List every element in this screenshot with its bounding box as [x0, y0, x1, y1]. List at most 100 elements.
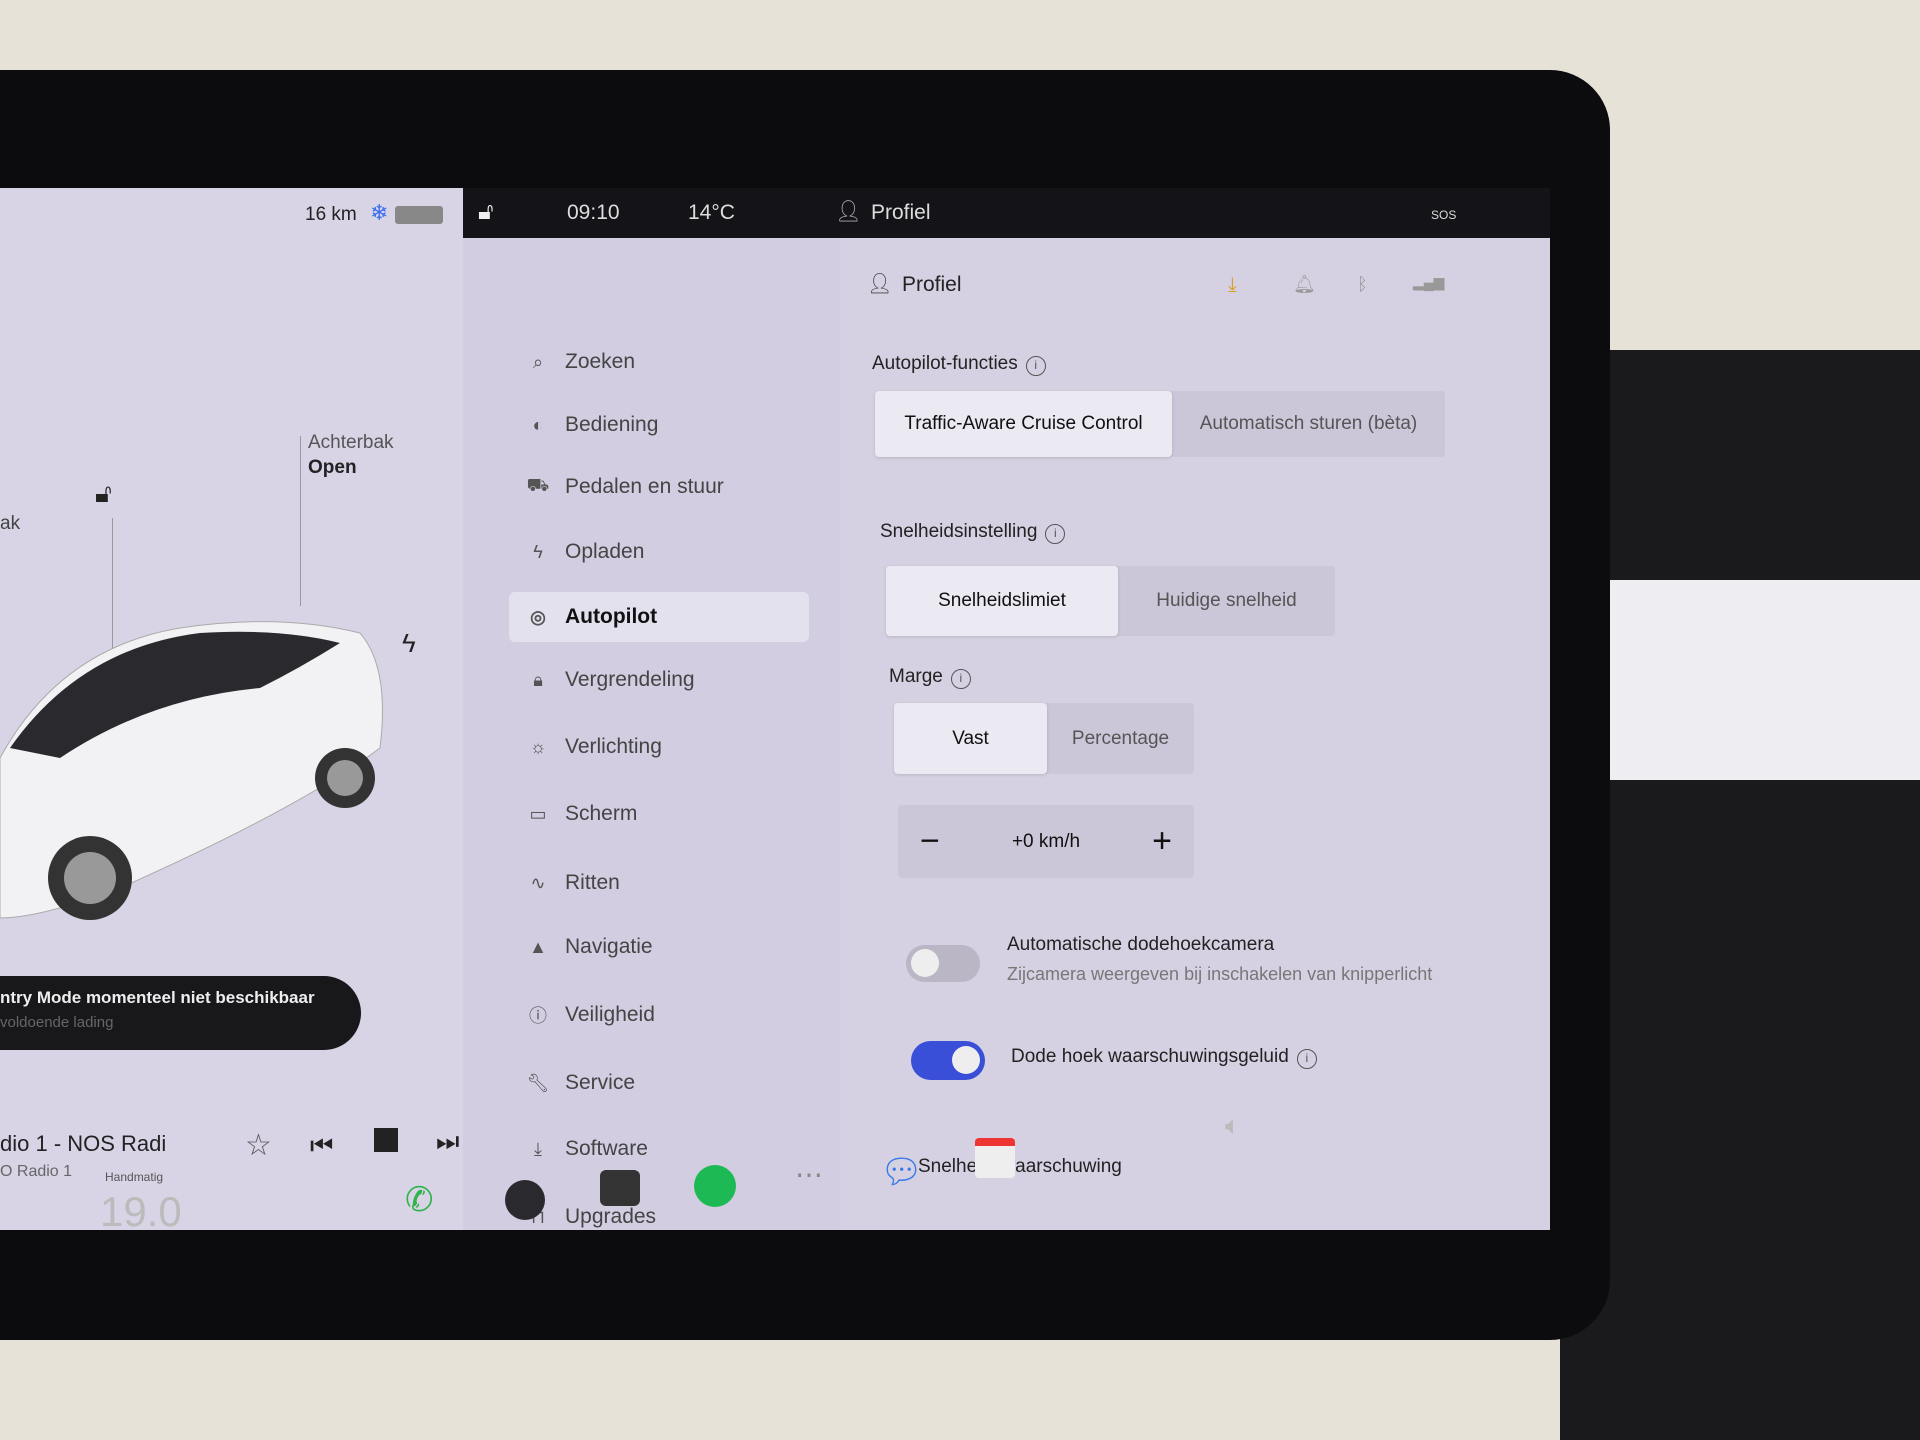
increase-button[interactable]: + [1152, 822, 1172, 861]
menu-item-opladen[interactable]: ϟ Opladen [523, 527, 823, 577]
offset-value: +0 km/h [1011, 830, 1081, 852]
blindspot-chime-label: Dode hoek waarschuwingsgeluid i [1011, 1046, 1317, 1069]
settings-menu: ⌕ Zoeken ◐ Bediening ⛟ Pedalen en stuur ϟ Oplad… [463, 238, 840, 1230]
stop-icon[interactable] [374, 1128, 398, 1152]
menu-item-label: Ritten [565, 871, 620, 894]
sentry-title: ntry Mode momenteel niet beschikbaar [0, 988, 315, 1007]
light-icon: ☼ [529, 736, 547, 757]
menu-item-veiligheid[interactable]: ⓘ Veiligheid [523, 990, 823, 1040]
menu-item-label: Pedalen en stuur [565, 475, 724, 498]
menu-item-label: Software [565, 1137, 648, 1160]
speed-setting-selector: Snelheidslimiet Huidige snelheid [886, 566, 1335, 636]
menu-item-label: Service [565, 1071, 636, 1094]
offset-stepper: − +0 km/h + [898, 805, 1194, 878]
bottom-dock: Handmatig 19.0 ✆ ⋯ 💬︎ 🔈︎ [0, 1110, 1550, 1330]
menu-item-ritten[interactable]: ∿ Ritten [523, 858, 823, 908]
charge-port-icon[interactable]: ϟ [402, 628, 416, 659]
car-icon: ⛟ [526, 475, 550, 495]
spotify-icon[interactable] [694, 1165, 736, 1207]
download-icon: ⤓ [534, 1138, 542, 1159]
bell-icon[interactable]: 🔔︎ [1293, 274, 1316, 295]
option-current-speed[interactable]: Huidige snelheid [1118, 566, 1335, 636]
toggle-icon: ◐ [532, 414, 544, 435]
menu-item-scherm[interactable]: ▭ Scherm [523, 789, 823, 839]
camera-app-icon[interactable] [505, 1180, 545, 1220]
display-icon: ▭ [529, 803, 547, 824]
menu-item-verlichting[interactable]: ☼ Verlichting [523, 722, 823, 772]
speed-setting-label: Snelheidsinstelling i [880, 521, 1066, 544]
menu-item-pedalen-en-stuur[interactable]: ⛟ Pedalen en stuur [523, 462, 823, 512]
next-track-icon[interactable]: ⏭ [436, 1126, 459, 1158]
battery-icon [395, 206, 443, 224]
phone-icon[interactable]: ✆ [405, 1180, 434, 1220]
cabin-temperature[interactable]: 19.0 [100, 1188, 182, 1236]
media-title: dio 1 - NOS Radi [0, 1131, 167, 1156]
blindspot-chime-toggle[interactable] [911, 1041, 985, 1080]
touchscreen: 16 km ❄ ak 🔓︎ Achterbak Open ϟ ntry Mode… [0, 188, 1550, 1230]
menu-item-label: Opladen [565, 540, 645, 563]
decrease-button[interactable]: − [920, 822, 940, 861]
lock-icon: 🔒︎ [533, 669, 543, 690]
menu-item-navigatie[interactable]: ▲ Navigatie [523, 922, 823, 972]
unlock-icon[interactable]: 🔓︎ [95, 478, 112, 510]
messages-icon[interactable]: 💬︎ [880, 1152, 923, 1192]
label-text: Snelheidsinstelling [880, 521, 1038, 542]
option-autosteer[interactable]: Automatisch sturen (bèta) [1172, 391, 1445, 457]
menu-item-label: Veiligheid [565, 1003, 655, 1026]
option-fixed[interactable]: Vast [894, 703, 1047, 774]
menu-item-label: Scherm [565, 802, 638, 825]
autopilot-functions-label: Autopilot-functies i [872, 353, 1046, 376]
blindspot-camera-toggle[interactable] [906, 945, 980, 982]
toggle-knob [952, 1046, 980, 1074]
menu-item-vergrendeling[interactable]: 🔒︎ Vergrendeling [523, 655, 823, 705]
info-icon[interactable]: i [1025, 356, 1046, 376]
menu-item-label: Bediening [565, 413, 659, 436]
menu-item-service[interactable]: 🔧︎ Service [523, 1058, 823, 1108]
toggle-knob [911, 949, 939, 977]
steering-wheel-icon: ◎ [530, 606, 546, 627]
info-icon[interactable]: i [950, 669, 971, 689]
status-bar: 🔓︎ 09:10 14°C 👤︎ Profiel SOS [463, 188, 1550, 238]
profile-icon: 👤︎ [867, 273, 893, 295]
calendar-icon[interactable] [975, 1138, 1015, 1178]
range-text: 16 km [305, 204, 357, 225]
menu-item-label: Verlichting [565, 735, 662, 758]
label-text: Marge [889, 666, 943, 687]
blindspot-camera-description: Zijcamera weergeven bij inschakelen van … [1007, 964, 1433, 984]
sos-button[interactable]: SOS [1431, 208, 1456, 222]
menu-item-zoeken[interactable]: ⌕ Zoeken [523, 337, 823, 387]
label-text: Dode hoek waarschuwingsgeluid [1011, 1046, 1289, 1067]
trunk-control[interactable]: Achterbak Open [308, 430, 394, 480]
download-icon[interactable]: ⤓ [1228, 274, 1237, 297]
profile-button[interactable]: Profiel [871, 201, 931, 225]
option-tacc[interactable]: Traffic-Aware Cruise Control [875, 391, 1172, 457]
info-icon[interactable]: i [1045, 524, 1066, 544]
safety-icon: ⓘ [529, 1006, 547, 1026]
outside-temperature: 14°C [688, 201, 735, 224]
profile-heading[interactable]: Profiel [902, 273, 962, 297]
lock-status-icon[interactable]: 🔓︎ [478, 198, 494, 226]
menu-item-label: Vergrendeling [565, 668, 695, 691]
favorite-star-icon[interactable]: ☆ [245, 1128, 272, 1163]
volume-icon[interactable]: 🔈︎ [1225, 1110, 1241, 1142]
bluetooth-icon[interactable]: ᛒ [1357, 274, 1368, 295]
trunk-label: Achterbak [308, 432, 394, 453]
clock: 09:10 [567, 201, 620, 224]
menu-item-autopilot[interactable]: ◎ Autopilot [509, 592, 809, 642]
signal-icon: ▂▄▆ [1413, 274, 1445, 290]
previous-track-icon[interactable]: ⏮ [310, 1130, 333, 1162]
sentry-mode-banner[interactable]: ntry Mode momenteel niet beschikbaar vol… [0, 976, 361, 1050]
menu-item-bediening[interactable]: ◐ Bediening [523, 400, 823, 450]
info-icon[interactable]: i [1296, 1049, 1317, 1069]
dashcam-icon[interactable] [600, 1170, 640, 1206]
margin-label: Marge i [889, 666, 971, 689]
trips-icon: ∿ [530, 872, 546, 893]
margin-selector: Vast Percentage [894, 703, 1194, 774]
display-bezel: 16 km ❄ ak 🔓︎ Achterbak Open ϟ ntry Mode… [0, 70, 1610, 1340]
option-speed-limit[interactable]: Snelheidslimiet [886, 566, 1118, 636]
label-text: Autopilot-functies [872, 353, 1018, 374]
sentry-subtitle: voldoende lading [0, 1014, 114, 1031]
more-apps-icon[interactable]: ⋯ [795, 1158, 823, 1191]
menu-item-label: Zoeken [565, 350, 636, 373]
option-percentage[interactable]: Percentage [1047, 703, 1194, 774]
